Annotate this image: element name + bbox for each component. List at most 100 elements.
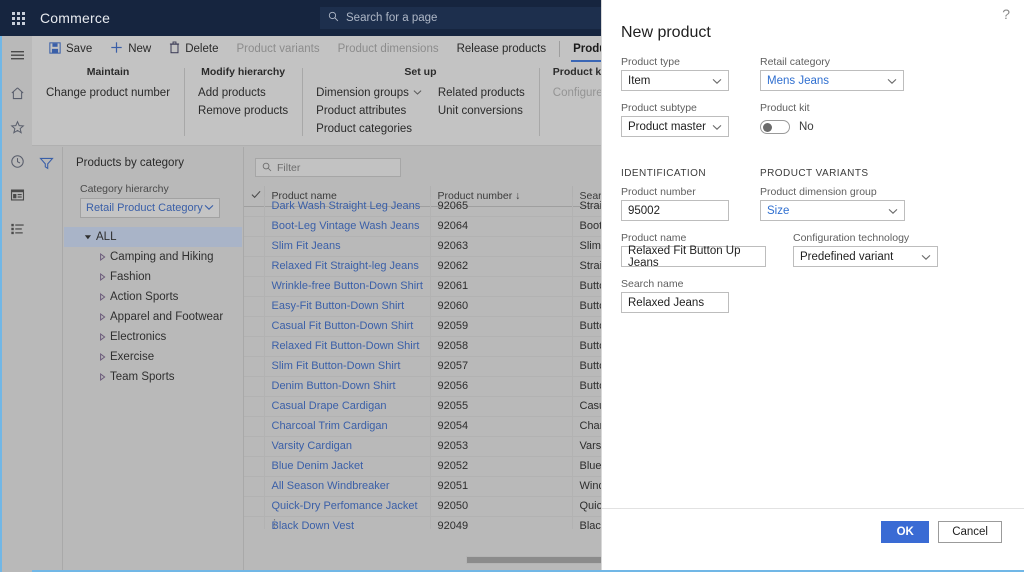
collapsed-triangle-icon[interactable] <box>94 313 110 321</box>
tree-node-fashion[interactable]: Fashion <box>64 267 242 287</box>
configure-action[interactable]: Configure <box>553 87 603 99</box>
app-launcher-icon[interactable] <box>0 0 36 36</box>
chevron-down-icon <box>204 202 214 214</box>
row-checkbox[interactable] <box>244 336 265 357</box>
row-checkbox[interactable] <box>244 356 265 377</box>
cell-product-number: 92061 <box>430 276 573 297</box>
cell-product-name[interactable]: Relaxed Fit Straight-leg Jeans <box>264 256 431 277</box>
product-dimension-group-select[interactable]: Size <box>760 200 905 221</box>
add-products-action[interactable]: Add products <box>198 87 288 99</box>
cell-product-name[interactable]: Denim Button-Down Shirt <box>264 376 431 397</box>
cell-product-name[interactable]: Slim Fit Button-Down Shirt <box>264 356 431 377</box>
cell-product-name[interactable]: Casual Fit Button-Down Shirt <box>264 316 431 337</box>
row-checkbox[interactable] <box>244 376 265 397</box>
cell-product-name[interactable]: Casual Drape Cardigan <box>264 396 431 417</box>
grid-filter-input[interactable]: Filter <box>255 158 401 177</box>
category-hierarchy-select[interactable]: Retail Product Category <box>80 198 220 218</box>
hamburger-menu-icon[interactable] <box>1 38 33 72</box>
collapsed-triangle-icon[interactable] <box>94 353 110 361</box>
collapsed-triangle-icon[interactable] <box>94 293 110 301</box>
question-mark-icon[interactable]: ? <box>1002 6 1010 22</box>
cell-product-name[interactable]: Quick-Dry Perfomance Jacket <box>264 496 431 517</box>
workspaces-icon[interactable] <box>1 178 33 212</box>
row-checkbox[interactable] <box>244 476 265 497</box>
row-checkbox[interactable] <box>244 196 265 217</box>
row-checkbox[interactable] <box>244 296 265 317</box>
collapsed-triangle-icon[interactable] <box>94 333 110 341</box>
row-checkbox[interactable] <box>244 516 265 529</box>
remove-products-action[interactable]: Remove products <box>198 105 288 117</box>
product-categories-action[interactable]: Product categories <box>316 123 422 135</box>
delete-button[interactable]: Delete <box>160 36 227 62</box>
product-name-value: Relaxed Fit Button Up Jeans <box>628 244 741 269</box>
row-checkbox[interactable] <box>244 396 265 417</box>
chevron-down-icon <box>712 118 722 136</box>
row-checkbox[interactable] <box>244 436 265 457</box>
clock-icon[interactable] <box>1 144 33 178</box>
tree-node-exercise[interactable]: Exercise <box>64 347 242 367</box>
cell-product-name[interactable]: Wrinkle-free Button-Down Shirt <box>264 276 431 297</box>
row-checkbox[interactable] <box>244 216 265 237</box>
product-name-input[interactable]: Relaxed Fit Button Up Jeans <box>621 244 766 269</box>
collapsed-triangle-icon[interactable] <box>94 253 110 261</box>
global-search-box[interactable]: Search for a page <box>320 7 603 29</box>
row-checkbox[interactable] <box>244 416 265 437</box>
new-product-dialog: ? New product Product type Item Retail c… <box>601 0 1024 570</box>
row-checkbox[interactable] <box>244 276 265 297</box>
collapsed-triangle-icon[interactable] <box>94 273 110 281</box>
cell-product-name[interactable]: Slim Fit Jeans <box>264 236 431 257</box>
related-products-action[interactable]: Related products <box>438 87 525 99</box>
tab-product-dimensions[interactable]: Product dimensions <box>329 36 448 62</box>
unit-conversions-action[interactable]: Unit conversions <box>438 105 525 117</box>
cell-product-name[interactable]: All Season Windbreaker <box>264 476 431 497</box>
change-product-number-action[interactable]: Change product number <box>46 87 170 99</box>
row-checkbox[interactable] <box>244 316 265 337</box>
product-name-label: Product name <box>621 232 687 244</box>
configuration-technology-value: Predefined variant <box>800 250 894 263</box>
product-attributes-action[interactable]: Product attributes <box>316 105 422 117</box>
row-checkbox[interactable] <box>244 236 265 257</box>
tab-release-products[interactable]: Release products <box>448 36 556 62</box>
row-checkbox[interactable] <box>244 496 265 517</box>
tree-node-all[interactable]: ALL <box>64 227 242 247</box>
cell-product-name[interactable]: Boot-Leg Vintage Wash Jeans <box>264 216 431 237</box>
cell-product-number: 92065 <box>430 196 573 217</box>
tree-node-team-sports[interactable]: Team Sports <box>64 367 242 387</box>
collapsed-triangle-icon[interactable] <box>94 373 110 381</box>
retail-category-select[interactable]: Mens Jeans <box>760 70 904 91</box>
home-icon[interactable] <box>1 76 33 110</box>
tree-node-camping-and-hiking[interactable]: Camping and Hiking <box>64 247 242 267</box>
product-type-select[interactable]: Item <box>621 70 729 91</box>
chevron-down-icon <box>712 72 722 90</box>
dimension-groups-action[interactable]: Dimension groups <box>316 87 422 99</box>
cell-product-name[interactable]: Blue Denim Jacket <box>264 456 431 477</box>
star-icon[interactable] <box>1 110 33 144</box>
tree-node-apparel-and-footwear[interactable]: Apparel and Footwear <box>64 307 242 327</box>
tab-product-variants[interactable]: Product variants <box>227 36 328 62</box>
new-button[interactable]: New <box>101 36 160 62</box>
cell-product-name[interactable]: Charcoal Trim Cardigan <box>264 416 431 437</box>
cell-product-name[interactable]: Dark Wash Straight Leg Jeans <box>264 196 431 217</box>
tree-node-electronics[interactable]: Electronics <box>64 327 242 347</box>
expanded-triangle-icon[interactable] <box>80 233 96 241</box>
product-number-value: 95002 <box>628 204 660 217</box>
product-number-input[interactable]: 95002 <box>621 200 729 221</box>
search-name-input[interactable]: Relaxed Jeans <box>621 292 729 313</box>
tree-node-action-sports[interactable]: Action Sports <box>64 287 242 307</box>
configuration-technology-select[interactable]: Predefined variant <box>793 246 938 267</box>
cell-product-name[interactable]: Easy-Fit Button-Down Shirt <box>264 296 431 317</box>
cell-product-name[interactable]: Relaxed Fit Button-Down Shirt <box>264 336 431 357</box>
ribbon-group-modify-hierarchy-title: Modify hierarchy <box>201 66 286 78</box>
save-button[interactable]: Save <box>40 36 101 62</box>
cell-product-name[interactable]: Black Down Vest <box>264 516 431 529</box>
row-checkbox[interactable] <box>244 256 265 277</box>
modules-list-icon[interactable] <box>1 212 33 246</box>
cell-product-name[interactable]: Varsity Cardigan <box>264 436 431 457</box>
product-subtype-select[interactable]: Product master <box>621 116 729 137</box>
ok-button[interactable]: OK <box>881 521 930 543</box>
ribbon-group-modify-hierarchy: Modify hierarchy Add products Remove pro… <box>184 66 302 144</box>
cancel-button[interactable]: Cancel <box>938 521 1002 543</box>
funnel-filter-icon[interactable] <box>39 156 62 176</box>
row-checkbox[interactable] <box>244 456 265 477</box>
product-kit-toggle[interactable] <box>760 119 790 134</box>
